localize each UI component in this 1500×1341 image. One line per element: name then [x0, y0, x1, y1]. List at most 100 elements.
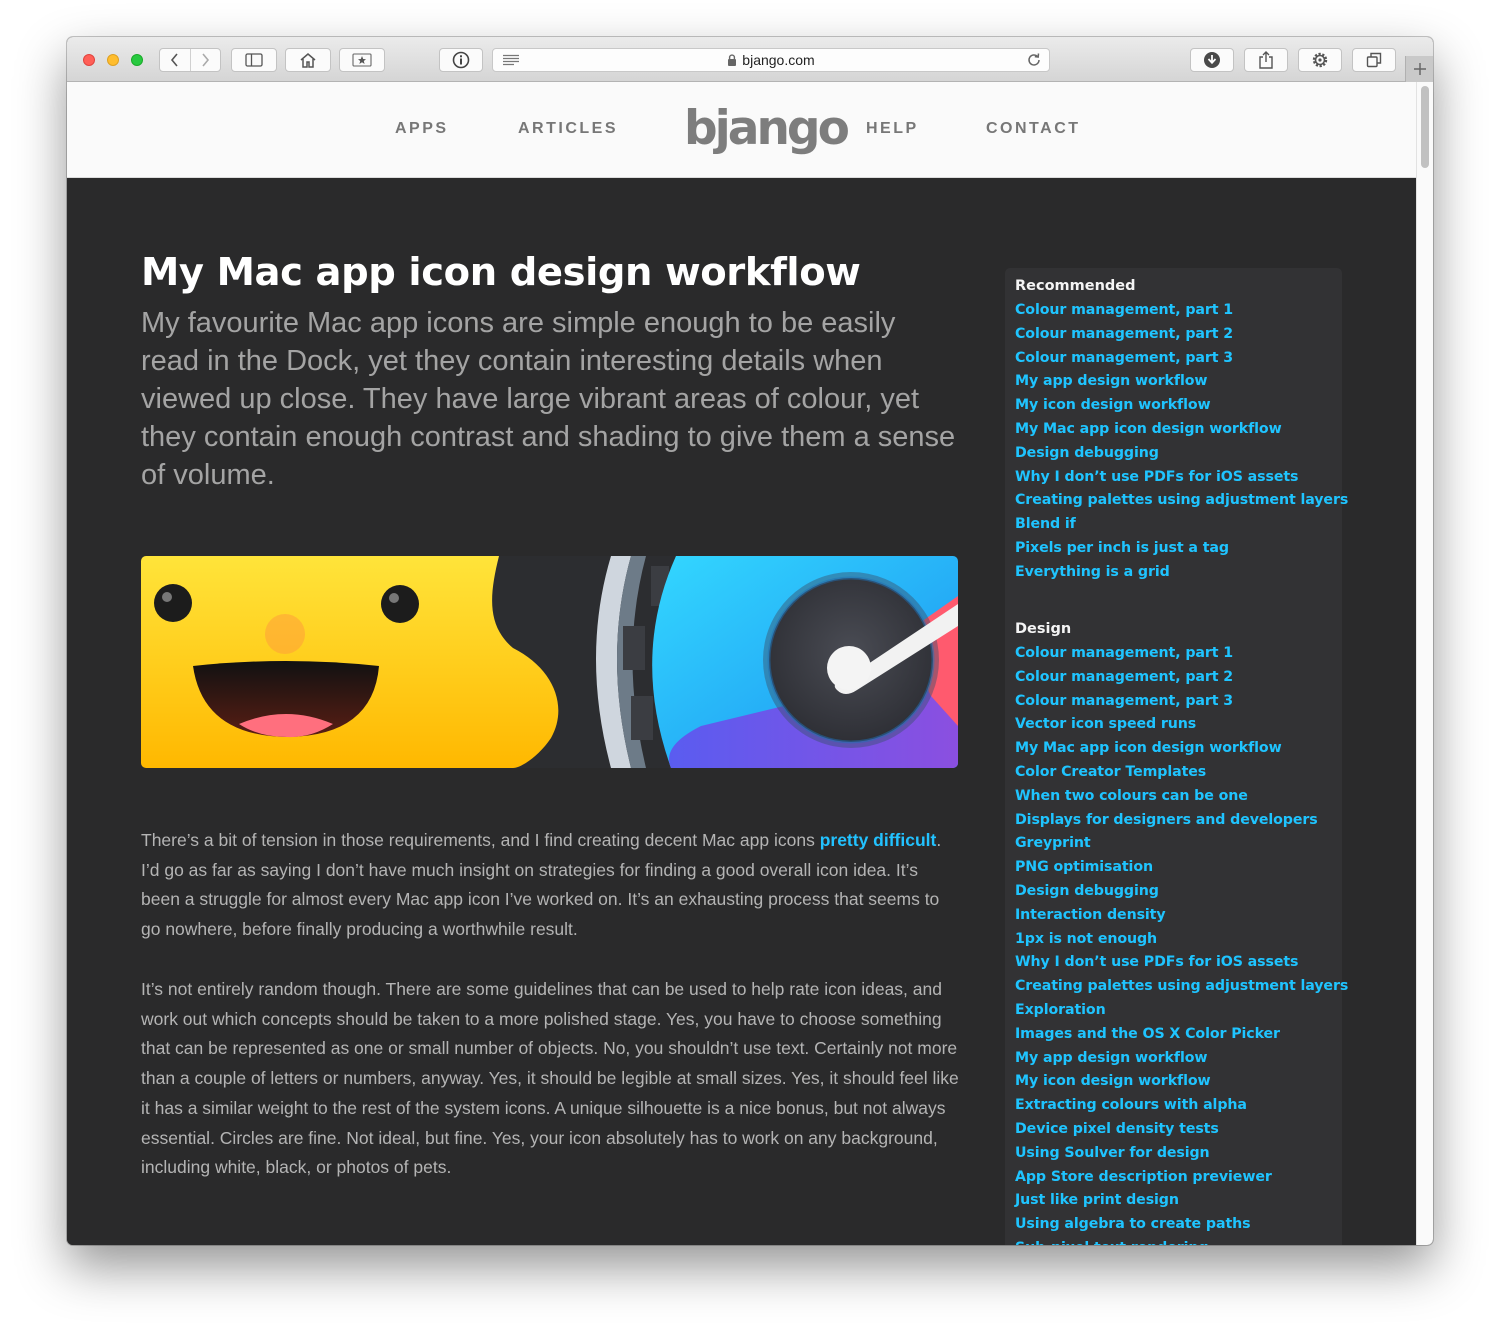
design-link[interactable]: Vector icon speed runs [1015, 716, 1196, 732]
list-item: Pixels per inch is just a tag [1015, 537, 1348, 561]
recommended-link[interactable]: Colour management, part 1 [1015, 302, 1233, 318]
scrollbar-track[interactable] [1416, 82, 1433, 1245]
page-content: My Mac app icon design workflow My favou… [67, 178, 1416, 1245]
design-link[interactable]: PNG optimisation [1015, 859, 1153, 875]
list-item: My Mac app icon design workflow [1015, 418, 1348, 442]
list-item: Interaction density [1015, 904, 1348, 928]
list-item: 1px is not enough [1015, 928, 1348, 952]
design-link[interactable]: Images and the OS X Color Picker [1015, 1026, 1280, 1042]
list-item: My icon design workflow [1015, 394, 1348, 418]
sidebar-button[interactable] [231, 48, 277, 72]
new-tab-button[interactable] [1405, 56, 1433, 82]
design-link[interactable]: Using algebra to create paths [1015, 1216, 1251, 1232]
design-link[interactable]: Colour management, part 2 [1015, 669, 1233, 685]
info-button[interactable] [439, 48, 483, 72]
recommended-list: Colour management, part 1 Colour manageme… [1015, 299, 1348, 585]
design-link[interactable]: Using Soulver for design [1015, 1145, 1210, 1161]
bjango-logo[interactable]: bjango [684, 101, 850, 157]
downloads-button[interactable] [1190, 48, 1234, 72]
home-icon [300, 53, 316, 68]
nav-apps[interactable]: APPS [395, 120, 449, 138]
list-item: App Store description previewer [1015, 1166, 1348, 1190]
article-title: My Mac app icon design workflow [141, 250, 861, 295]
url-text: bjango.com [742, 52, 815, 68]
design-link[interactable]: Extracting colours with alpha [1015, 1097, 1247, 1113]
recommended-link[interactable]: Everything is a grid [1015, 564, 1170, 580]
back-button[interactable] [160, 49, 190, 71]
scrollbar-thumb[interactable] [1421, 86, 1429, 168]
design-link[interactable]: Colour management, part 3 [1015, 693, 1233, 709]
list-item: Colour management, part 3 [1015, 690, 1348, 714]
design-link[interactable]: Color Creator Templates [1015, 764, 1206, 780]
design-link[interactable]: Colour management, part 1 [1015, 645, 1233, 661]
home-button[interactable] [285, 48, 331, 72]
reload-icon[interactable] [1026, 52, 1042, 68]
list-item: Colour management, part 2 [1015, 666, 1348, 690]
design-link[interactable]: 1px is not enough [1015, 931, 1157, 947]
share-icon [1259, 51, 1273, 69]
settings-button[interactable] [1298, 48, 1342, 72]
app-icons-illustration [141, 556, 958, 768]
design-link[interactable]: Exploration [1015, 1002, 1106, 1018]
share-button[interactable] [1244, 48, 1288, 72]
design-link[interactable]: Why I don’t use PDFs for iOS assets [1015, 954, 1298, 970]
list-item: PNG optimisation [1015, 856, 1348, 880]
address-bar[interactable]: bjango.com [492, 48, 1050, 72]
list-item: Colour management, part 1 [1015, 642, 1348, 666]
list-item: Design debugging [1015, 442, 1348, 466]
recommended-link[interactable]: Blend if [1015, 516, 1076, 532]
article-paragraph-2: It’s not entirely random though. There a… [141, 979, 959, 1178]
pretty-difficult-link[interactable]: pretty difficult [820, 830, 937, 850]
show-tabs-button[interactable] [1352, 48, 1396, 72]
list-item: Creating palettes using adjustment layer… [1015, 489, 1348, 513]
recommended-link[interactable]: Why I don’t use PDFs for iOS assets [1015, 469, 1298, 485]
list-item: Using Soulver for design [1015, 1142, 1348, 1166]
bookmark-button[interactable] [339, 48, 385, 72]
close-window-button[interactable] [83, 54, 95, 66]
list-item: Design debugging [1015, 880, 1348, 904]
minimize-window-button[interactable] [107, 54, 119, 66]
list-item: Images and the OS X Color Picker [1015, 1023, 1348, 1047]
forward-button[interactable] [189, 49, 221, 71]
history-navigation [159, 48, 221, 72]
design-link[interactable]: Device pixel density tests [1015, 1121, 1219, 1137]
tabs-icon [1366, 52, 1382, 68]
design-link[interactable]: My icon design workflow [1015, 1073, 1211, 1089]
design-link[interactable]: Creating palettes using adjustment layer… [1015, 978, 1348, 994]
list-item: Extracting colours with alpha [1015, 1094, 1348, 1118]
recommended-link[interactable]: Pixels per inch is just a tag [1015, 540, 1229, 556]
list-item: Just like print design [1015, 1189, 1348, 1213]
recommended-link[interactable]: My app design workflow [1015, 373, 1207, 389]
list-item: When two colours can be one [1015, 785, 1348, 809]
recommended-link[interactable]: My icon design workflow [1015, 397, 1211, 413]
hero-image [141, 556, 958, 768]
design-link[interactable]: Displays for designers and developers [1015, 812, 1318, 828]
design-link[interactable]: When two colours can be one [1015, 788, 1248, 804]
list-item: Device pixel density tests [1015, 1118, 1348, 1142]
zoom-window-button[interactable] [131, 54, 143, 66]
recommended-link[interactable]: Creating palettes using adjustment layer… [1015, 492, 1348, 508]
nav-contact[interactable]: CONTACT [986, 120, 1081, 138]
recommended-link[interactable]: My Mac app icon design workflow [1015, 421, 1282, 437]
design-link[interactable]: Interaction density [1015, 907, 1166, 923]
list-item: Vector icon speed runs [1015, 713, 1348, 737]
article-paragraph-1: There’s a bit of tension in those requir… [141, 826, 961, 945]
browser-window: bjango.com APPS ARTICLES bjango HELP CON… [67, 37, 1433, 1245]
recommended-link[interactable]: Colour management, part 3 [1015, 350, 1233, 366]
list-item: Sub-pixel text rendering [1015, 1237, 1348, 1245]
design-link[interactable]: Greyprint [1015, 835, 1091, 851]
design-link[interactable]: My app design workflow [1015, 1050, 1207, 1066]
nav-help[interactable]: HELP [866, 120, 919, 138]
list-item: Why I don’t use PDFs for iOS assets [1015, 466, 1348, 490]
gear-icon [1312, 52, 1328, 68]
recommended-link[interactable]: Design debugging [1015, 445, 1159, 461]
list-item: Greyprint [1015, 832, 1348, 856]
design-link[interactable]: My Mac app icon design workflow [1015, 740, 1282, 756]
recommended-link[interactable]: Colour management, part 2 [1015, 326, 1233, 342]
design-link[interactable]: Sub-pixel text rendering [1015, 1240, 1209, 1245]
design-link[interactable]: App Store description previewer [1015, 1169, 1272, 1185]
nav-articles[interactable]: ARTICLES [518, 120, 618, 138]
design-link[interactable]: Just like print design [1015, 1192, 1179, 1208]
star-bookmark-icon [352, 53, 372, 67]
design-link[interactable]: Design debugging [1015, 883, 1159, 899]
